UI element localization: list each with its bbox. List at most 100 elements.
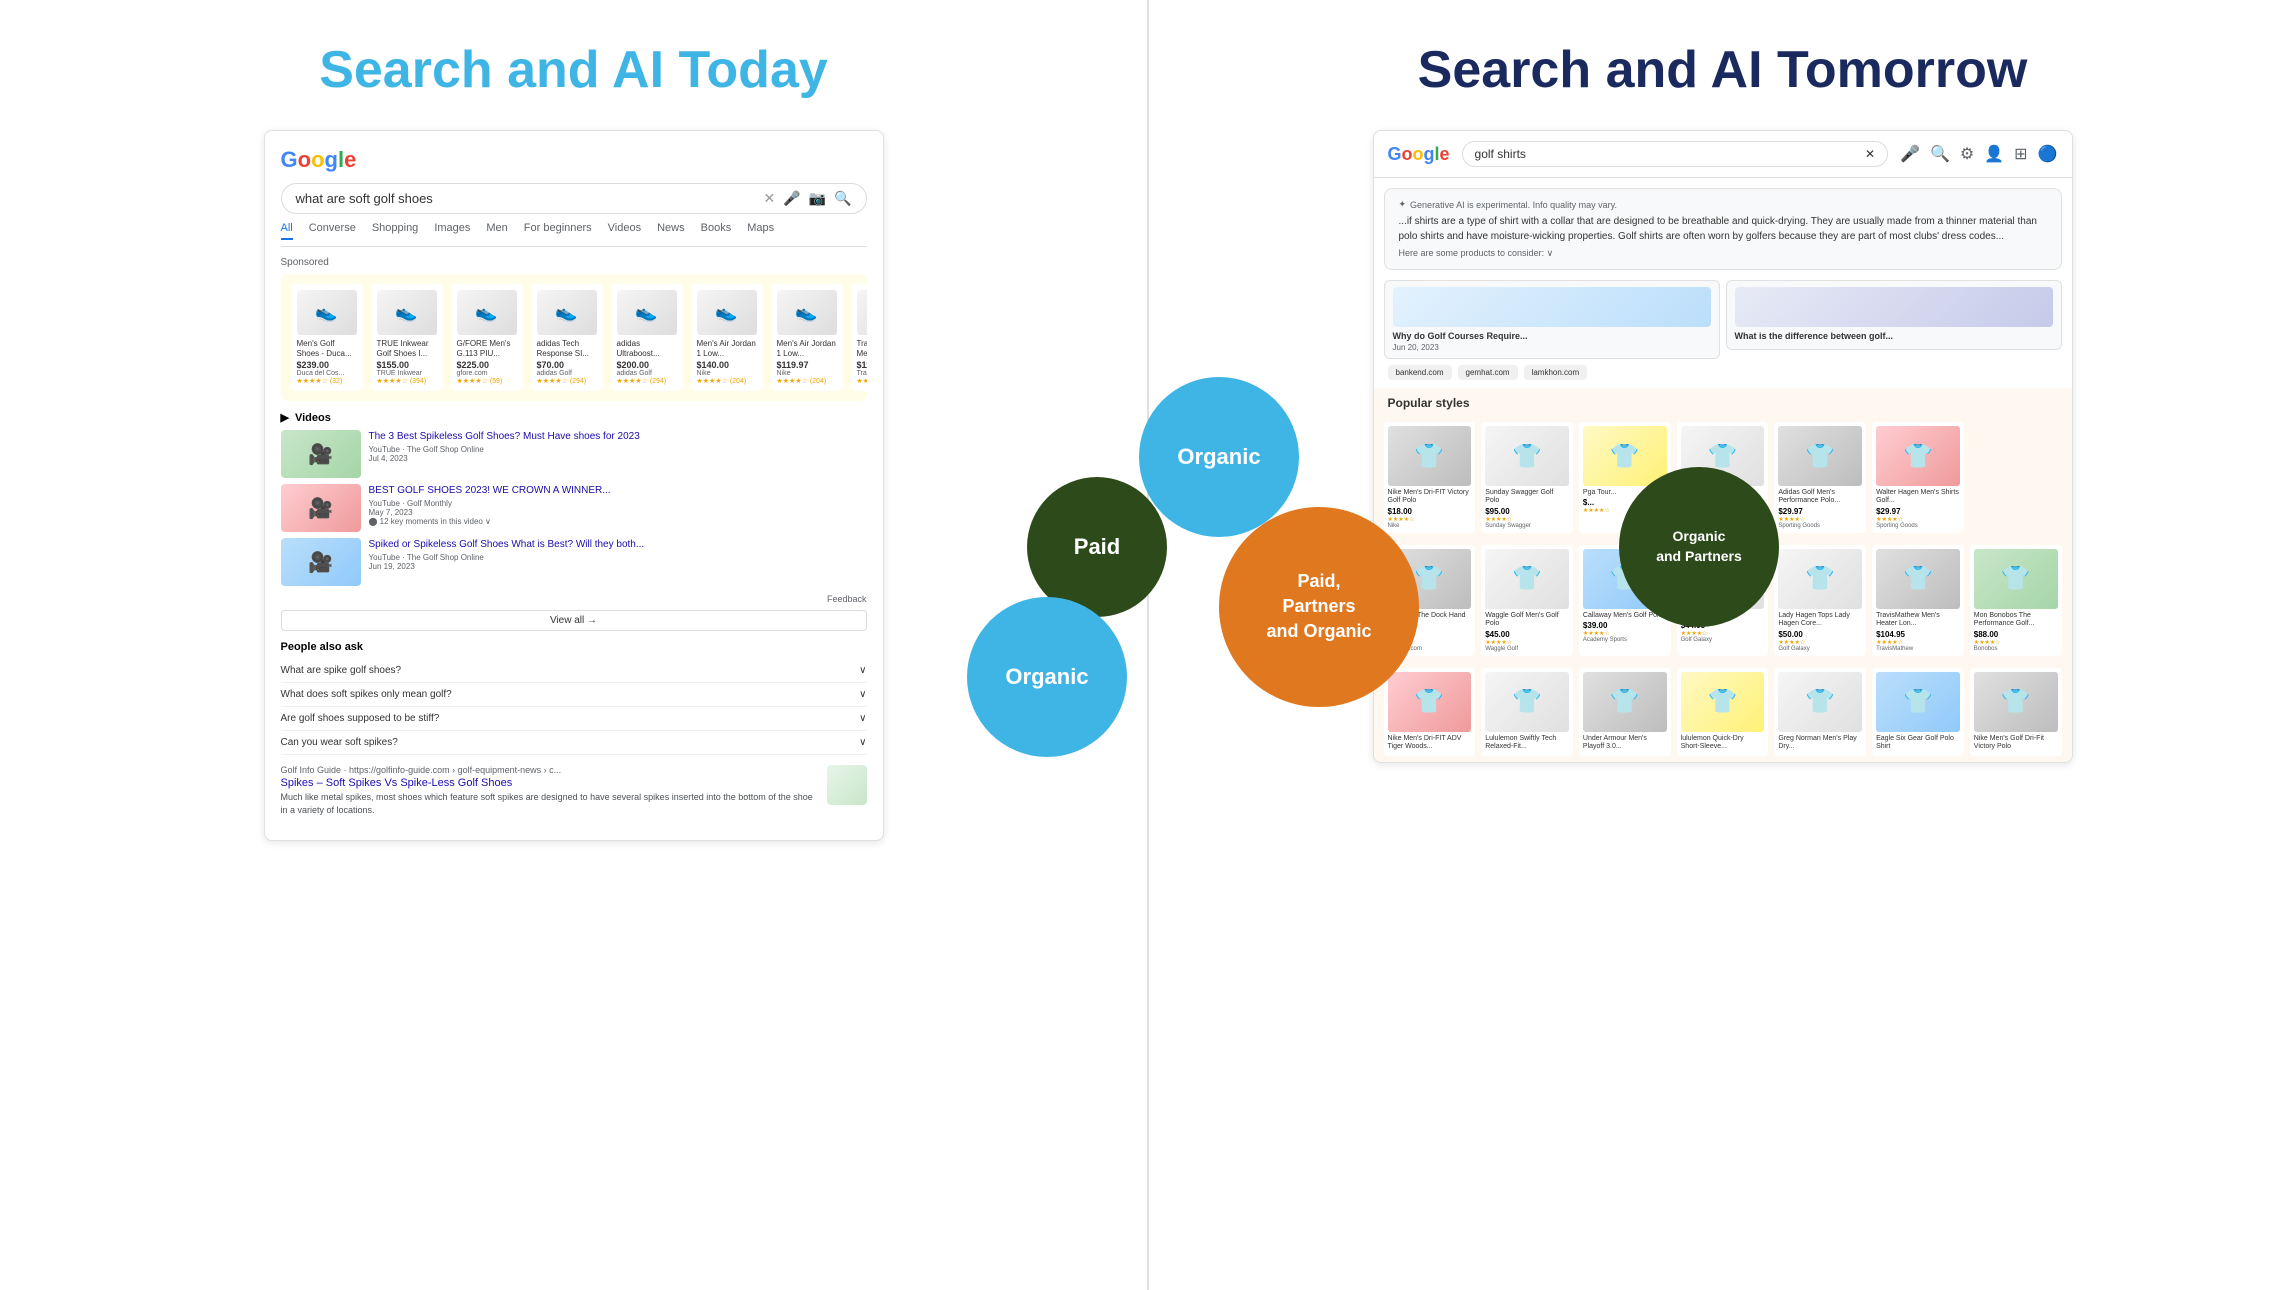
search-bar-left[interactable]: what are soft golf shoes ✕ 🎤 📷 🔍 [281, 183, 867, 214]
product-image: 👟 [857, 290, 867, 335]
lens-icon: 🔍 [1930, 144, 1950, 164]
tab-videos[interactable]: Videos [608, 222, 641, 240]
video-item[interactable]: 🎥 BEST GOLF SHOES 2023! WE CROWN A WINNE… [281, 484, 867, 532]
product-card[interactable]: 👕 Walter Hagen Men's Shirts Golf... $29.… [1872, 422, 1964, 533]
tab-forbeginners[interactable]: For beginners [524, 222, 592, 240]
lens-icon: 📷 [809, 190, 826, 207]
product-image: 👕 [1974, 549, 2058, 609]
product-stars: ★★★★☆ (294) [617, 377, 677, 385]
organic-result[interactable]: Golf Info Guide · https://golfinfo-guide… [281, 765, 867, 816]
product-stars: ★★★★☆ (59) [457, 377, 517, 385]
close-icon: ✕ [763, 190, 775, 207]
product-card[interactable]: 👕 Nike Men's Golf Dri-Fit Victory Polo [1970, 668, 2062, 757]
paa-item[interactable]: What does soft spikes only mean golf? ∨ [281, 683, 867, 707]
product-store: Nike [697, 370, 757, 377]
search-query-right: golf shirts [1475, 147, 1865, 161]
video-item[interactable]: 🎥 Spiked or Spikeless Golf Shoes What is… [281, 538, 867, 586]
right-panel: Search and AI Tomorrow Google golf shirt… [1149, 0, 2296, 1290]
product-store: Golf Galaxy [1778, 646, 1862, 652]
product-card[interactable]: 👟 Men's Air Jordan 1 Low... $119.97 Nike… [771, 284, 843, 391]
tab-men[interactable]: Men [486, 222, 507, 240]
tab-maps[interactable]: Maps [747, 222, 774, 240]
product-stars: ★★★★☆ (32) [297, 377, 357, 385]
product-card[interactable]: 👕 Lady Hagen Tops Lady Hagen Core... $50… [1774, 545, 1866, 656]
paa-item[interactable]: What are spike golf shoes? ∨ [281, 659, 867, 683]
product-card[interactable]: 👕 Greg Norman Men's Play Dry... [1774, 668, 1866, 757]
product-stars: ★★★★☆ [1778, 639, 1862, 646]
circles-left: Paid Organic [967, 477, 1167, 757]
product-store: TravisMathew [1876, 646, 1960, 652]
circle-paid-organic: Paid,Partnersand Organic [1219, 507, 1419, 707]
video-title: The 3 Best Spikeless Golf Shoes? Must Ha… [369, 430, 640, 443]
product-price: $29.97 [1876, 507, 1960, 516]
product-card[interactable]: 👟 Men's Golf Shoes - Duca... $239.00 Duc… [291, 284, 363, 391]
related-date-1: Jun 20, 2023 [1393, 343, 1711, 352]
product-stars: ★★★★☆ (204) [697, 377, 757, 385]
ai-related-card-2[interactable]: What is the difference between golf... [1726, 280, 2062, 350]
product-name: Mon Bonobos The Performance Golf... [1974, 612, 2058, 629]
product-card[interactable]: 👟 adidas Tech Response SI... $70.00 adid… [531, 284, 603, 391]
tab-all[interactable]: All [281, 222, 293, 240]
product-stars: ★★★★☆ (53) [857, 377, 867, 385]
main-container: Search and AI Today Google what are soft… [0, 0, 2296, 1290]
product-store: Sporting Goods [1876, 523, 1960, 529]
video-meta: YouTube · Golf Monthly [369, 499, 611, 508]
product-store: gfore.com [457, 370, 517, 377]
product-name: lululemon Quick-Dry Short-Sleeve... [1681, 735, 1765, 752]
product-price: $119.97 [857, 360, 867, 370]
product-card[interactable]: 👕 Mon Bonobos The Performance Golf... $8… [1970, 545, 2062, 656]
product-card[interactable]: 👟 Men's Air Jordan 1 Low... $140.00 Nike… [691, 284, 763, 391]
product-store: Nike [777, 370, 837, 377]
paa-item[interactable]: Are golf shoes supposed to be stiff? ∨ [281, 707, 867, 731]
mic-icon: 🎤 [783, 190, 800, 207]
video-thumbnail: 🎥 [281, 484, 361, 532]
search-icon: 🔍 [834, 190, 851, 207]
mic-icon: 🎤 [1900, 144, 1920, 164]
video-title: BEST GOLF SHOES 2023! WE CROWN A WINNER.… [369, 484, 611, 497]
tab-images[interactable]: Images [434, 222, 470, 240]
product-name: adidas Tech Response SI... [537, 339, 597, 358]
product-name: TravisMathew Men's The... [857, 339, 867, 358]
video-icon: ▶ [281, 411, 289, 424]
product-name: Walter Hagen Men's Shirts Golf... [1876, 489, 1960, 506]
tab-news[interactable]: News [657, 222, 685, 240]
product-image: 👟 [617, 290, 677, 335]
product-name: Nike Men's Dri-FIT ADV Tiger Woods... [1388, 735, 1472, 752]
product-card[interactable]: 👕 TravisMathew Men's Heater Lon... $104.… [1872, 545, 1964, 656]
paa-item[interactable]: Can you wear soft spikes? ∨ [281, 731, 867, 755]
video-info: The 3 Best Spikeless Golf Shoes? Must Ha… [369, 430, 640, 463]
view-all-button[interactable]: View all → [281, 610, 867, 631]
right-header-icons: 🎤 🔍 ⚙ 👤 ⊞ 🔵 [1900, 144, 2057, 164]
search-bar-icons: ✕ 🎤 📷 🔍 [763, 190, 851, 207]
product-stars: ★★★★☆ (294) [537, 377, 597, 385]
right-search-header: Google golf shirts ✕ 🎤 🔍 ⚙ 👤 ⊞ 🔵 [1374, 131, 2072, 178]
product-card[interactable]: 👟 TravisMathew Men's The... $119.97 Trav… [851, 284, 867, 391]
tab-books[interactable]: Books [701, 222, 732, 240]
product-price: $104.95 [1876, 630, 1960, 639]
ai-more[interactable]: Here are some products to consider: ∨ [1399, 248, 2047, 259]
product-card[interactable]: 👕 Adidas Golf Men's Performance Polo... … [1774, 422, 1866, 533]
apps-icon: ⊞ [2014, 144, 2027, 164]
product-name: Men's Air Jordan 1 Low... [697, 339, 757, 358]
right-title: Search and AI Tomorrow [1418, 40, 2028, 100]
product-price: $239.00 [297, 360, 357, 370]
product-card[interactable]: 👕 Eagle Six Gear Golf Polo Shirt [1872, 668, 1964, 757]
tab-shopping[interactable]: Shopping [372, 222, 419, 240]
product-card[interactable]: 👟 adidas Ultraboost... $200.00 adidas Go… [611, 284, 683, 391]
video-date: Jul 4, 2023 [369, 454, 640, 463]
product-image: 👕 [1974, 672, 2058, 732]
video-item[interactable]: 🎥 The 3 Best Spikeless Golf Shoes? Must … [281, 430, 867, 478]
product-name: Adidas Golf Men's Performance Polo... [1778, 489, 1862, 506]
product-price: $225.00 [457, 360, 517, 370]
tab-converse[interactable]: Converse [309, 222, 356, 240]
related-title-2: What is the difference between golf... [1735, 331, 2053, 341]
product-card[interactable]: 👟 G/FORE Men's G.113 PIU... $225.00 gfor… [451, 284, 523, 391]
search-bar-right[interactable]: golf shirts ✕ [1462, 141, 1889, 167]
expand-icon: ∨ [859, 737, 866, 748]
product-stars: ★★★★☆ [1778, 516, 1862, 523]
paid-organic-label: Paid,Partnersand Organic [1266, 569, 1371, 645]
ai-related-card-1[interactable]: Why do Golf Courses Require... Jun 20, 2… [1384, 280, 1720, 359]
product-image: 👟 [377, 290, 437, 335]
paa-question: Are golf shoes supposed to be stiff? [281, 713, 440, 724]
product-card[interactable]: 👟 TRUE Inkwear Golf Shoes I... $155.00 T… [371, 284, 443, 391]
